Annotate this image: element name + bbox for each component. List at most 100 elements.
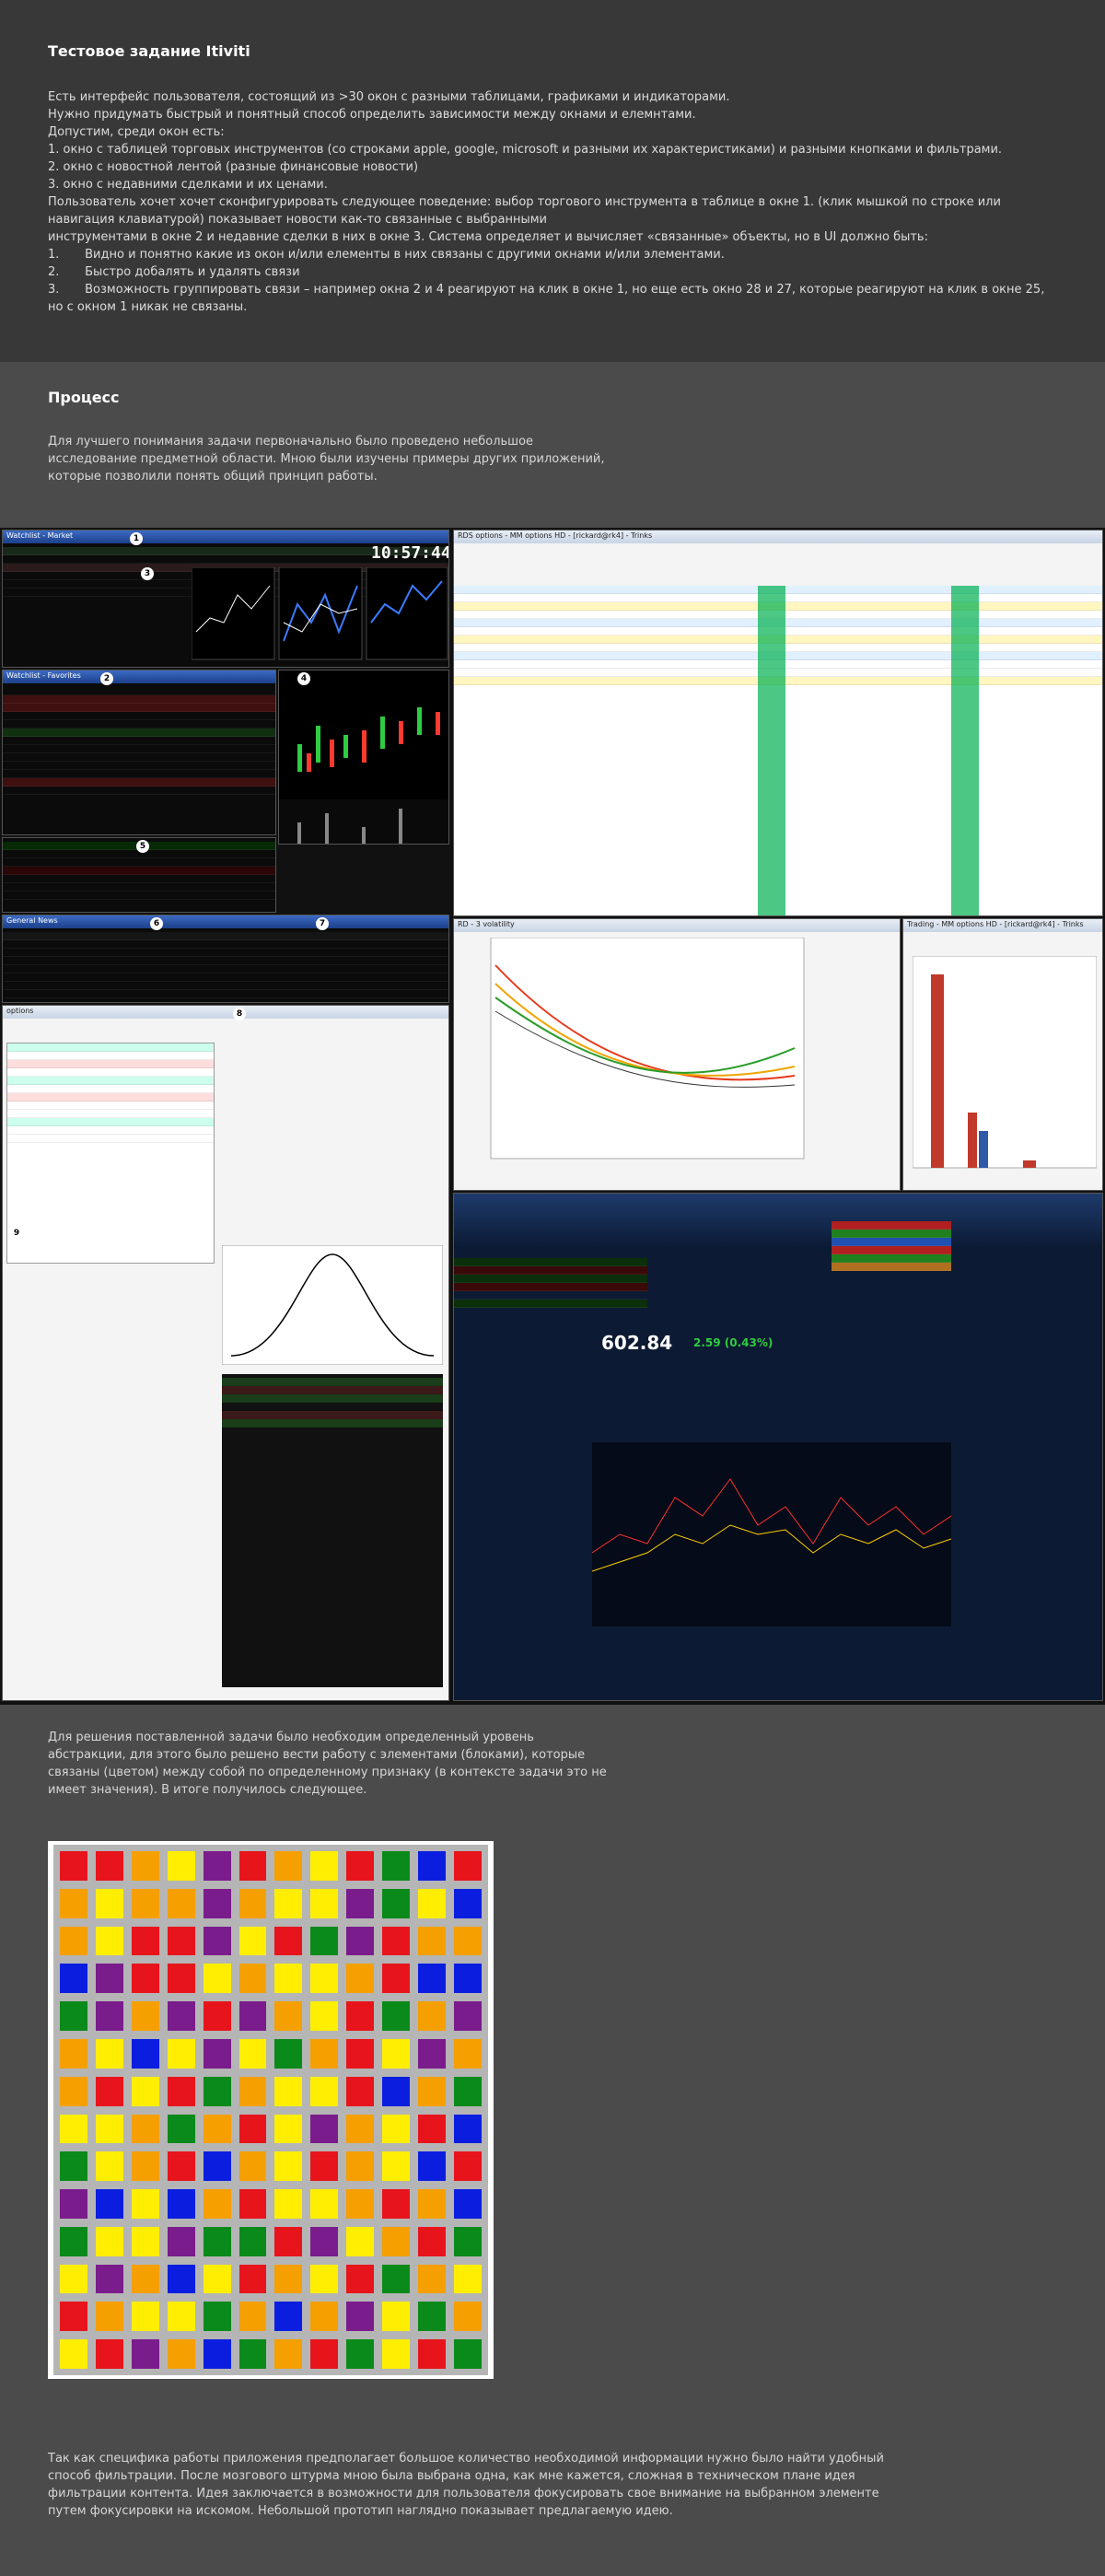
numbered-item: 1. Видно и понятно какие из окон и/или е… xyxy=(48,246,1061,263)
color-block xyxy=(346,2226,375,2256)
color-block xyxy=(346,1851,375,1881)
volatility-window: RD - 3 volatility xyxy=(453,918,901,1191)
color-block xyxy=(418,1888,447,1918)
color-block xyxy=(418,2151,447,2182)
news-window-title: General News xyxy=(3,915,448,928)
color-block xyxy=(167,1926,195,1956)
color-block xyxy=(310,2189,339,2219)
color-block xyxy=(203,1926,231,1956)
color-block xyxy=(454,2114,482,2144)
color-block xyxy=(310,2001,339,2031)
color-block xyxy=(131,1964,159,1994)
process-title: Процесс xyxy=(48,389,120,406)
color-block xyxy=(418,2038,447,2069)
options-window: options 8 9 xyxy=(2,1005,449,1701)
color-block xyxy=(238,2076,267,2106)
color-block xyxy=(346,2264,375,2294)
item-text: Видно и понятно какие из окон и/или елем… xyxy=(85,248,725,262)
color-block xyxy=(203,2226,231,2256)
color-block xyxy=(203,2001,231,2031)
color-block xyxy=(382,2151,411,2182)
intro-line: Для лучшего понимания задачи первоначаль… xyxy=(48,435,534,449)
color-block xyxy=(418,2339,447,2369)
color-block xyxy=(418,2189,447,2219)
color-block xyxy=(238,2114,267,2144)
color-block xyxy=(346,1926,375,1956)
color-block xyxy=(95,2264,123,2294)
color-block xyxy=(454,2151,482,2182)
color-block-grid xyxy=(48,1841,494,2379)
color-block xyxy=(238,2264,267,2294)
color-block xyxy=(95,1888,123,1918)
color-block xyxy=(95,1851,123,1881)
badge: 2 xyxy=(100,672,113,685)
quote-window: 5 xyxy=(2,837,276,913)
color-block xyxy=(454,2302,482,2332)
color-block xyxy=(167,2001,195,2031)
color-block xyxy=(346,2151,375,2182)
color-block xyxy=(346,2189,375,2219)
color-block xyxy=(274,2001,303,2031)
market-clock: 10:57:44 xyxy=(371,543,449,563)
color-block xyxy=(238,2001,267,2031)
color-block xyxy=(454,1851,482,1881)
item-number: 1. xyxy=(48,248,60,262)
color-block xyxy=(274,1964,303,1994)
task-line: инструментами в окне 2 и недавние сделки… xyxy=(48,230,928,244)
color-block xyxy=(346,2001,375,2031)
color-block xyxy=(60,2226,87,2256)
color-block xyxy=(274,2038,303,2069)
color-block xyxy=(274,2339,303,2369)
color-block xyxy=(418,2264,447,2294)
color-block xyxy=(131,2339,159,2369)
item-text: Возможность группировать связи – наприме… xyxy=(48,283,1045,314)
color-block xyxy=(346,2114,375,2144)
color-block xyxy=(274,2151,303,2182)
color-block xyxy=(131,2114,159,2144)
options-window-title: options xyxy=(3,1006,448,1019)
color-block xyxy=(454,2001,482,2031)
task-line: 2. окно с новостной лентой (разные финан… xyxy=(48,160,419,174)
color-block xyxy=(310,2038,339,2069)
color-block xyxy=(95,2226,123,2256)
item-text: Быстро добалять и удалять связи xyxy=(85,265,300,279)
abstraction-line: абстракции, для этого было решено вести … xyxy=(48,1748,586,1762)
color-block xyxy=(60,2038,87,2069)
color-block xyxy=(60,2302,87,2332)
color-block xyxy=(382,1851,411,1881)
color-block xyxy=(95,2302,123,2332)
color-block xyxy=(382,2264,411,2294)
color-block xyxy=(167,1964,195,1994)
conclusion-line: путем фокусировки на искомом. Небольшой … xyxy=(48,2504,673,2518)
color-block xyxy=(418,2226,447,2256)
color-block xyxy=(382,2339,411,2369)
color-block xyxy=(167,2264,195,2294)
color-block xyxy=(95,2339,123,2369)
color-block xyxy=(454,2339,482,2369)
task-line: 1. окно с таблицей торговых инструментов… xyxy=(48,143,1003,157)
color-block xyxy=(238,1888,267,1918)
color-block xyxy=(60,2339,87,2369)
color-block xyxy=(346,2302,375,2332)
color-block xyxy=(238,1926,267,1956)
volatility-window-title: RD - 3 volatility xyxy=(454,919,900,932)
numbered-item: 2. Быстро добалять и удалять связи xyxy=(48,263,1061,281)
badge: 9 xyxy=(10,1227,23,1240)
color-block xyxy=(454,1926,482,1956)
color-block xyxy=(167,2151,195,2182)
color-block xyxy=(131,1851,159,1881)
abstraction-line: Для решения поставленной задачи было нео… xyxy=(48,1731,534,1744)
color-block xyxy=(346,1964,375,1994)
item-number: 2. xyxy=(48,265,60,279)
intro-line: исследование предметной области. Мною бы… xyxy=(48,452,605,466)
color-block xyxy=(131,2302,159,2332)
color-block xyxy=(418,1851,447,1881)
color-block xyxy=(203,1851,231,1881)
color-block xyxy=(203,1888,231,1918)
color-block xyxy=(95,2001,123,2031)
color-block xyxy=(418,1964,447,1994)
abstraction-text: Для решения поставленной задачи было нео… xyxy=(48,1729,607,1799)
numbered-item: 3. Возможность группировать связи – напр… xyxy=(48,281,1061,316)
color-block xyxy=(346,1888,375,1918)
color-block xyxy=(203,2339,231,2369)
